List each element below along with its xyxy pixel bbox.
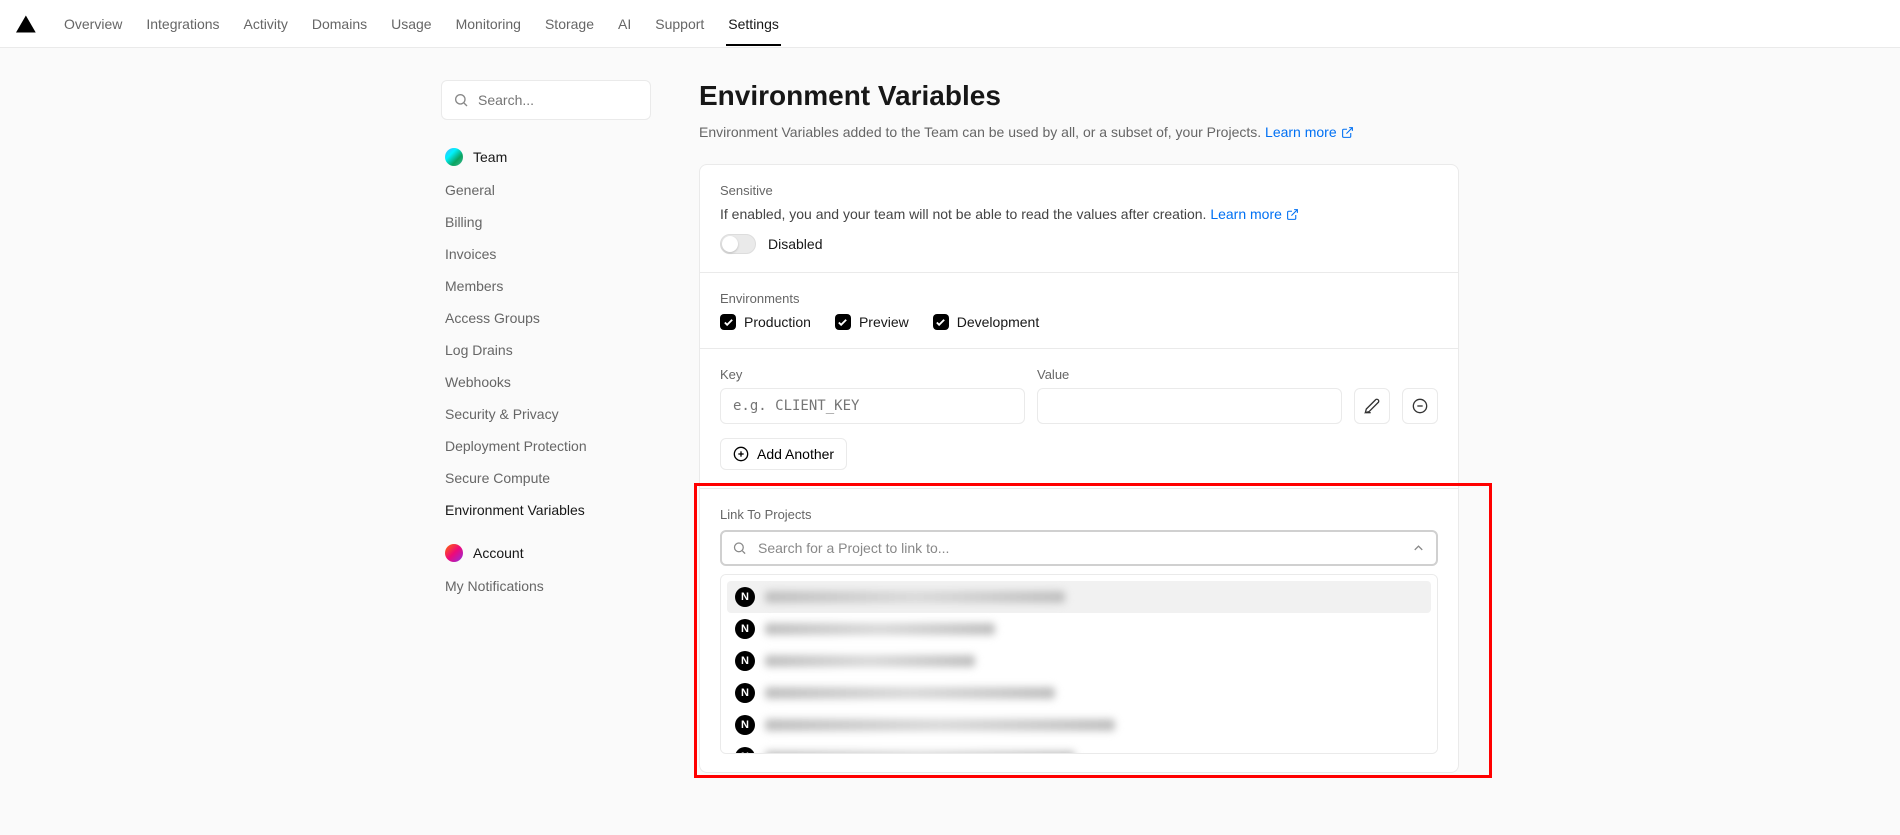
page-title: Environment Variables — [699, 80, 1459, 112]
topnav-tab-monitoring[interactable]: Monitoring — [444, 2, 533, 46]
environments-label: Environments — [720, 291, 1438, 306]
checkmark-icon — [933, 314, 949, 330]
project-option[interactable]: N — [727, 581, 1431, 613]
checkmark-icon — [720, 314, 736, 330]
project-option[interactable]: N — [727, 709, 1431, 741]
sensitive-toggle[interactable] — [720, 234, 756, 254]
sensitive-text: If enabled, you and your team will not b… — [720, 206, 1438, 222]
main-content: Environment Variables Environment Variab… — [699, 80, 1459, 773]
chevron-up-icon[interactable] — [1411, 541, 1426, 556]
project-icon: N — [735, 683, 755, 703]
topnav-tab-support[interactable]: Support — [643, 2, 716, 46]
topnav-tab-usage[interactable]: Usage — [379, 2, 443, 46]
sidebar-item-invoices[interactable]: Invoices — [441, 238, 651, 270]
project-icon: N — [735, 587, 755, 607]
sidebar-account-header[interactable]: Account — [441, 536, 651, 570]
topnav-tab-settings[interactable]: Settings — [716, 2, 791, 46]
sidebar-item-webhooks[interactable]: Webhooks — [441, 366, 651, 398]
project-name-redacted — [765, 591, 1065, 603]
project-option[interactable]: N — [727, 677, 1431, 709]
sidebar-search — [441, 80, 651, 120]
topnav-tab-overview[interactable]: Overview — [52, 2, 134, 46]
pencil-icon — [1364, 398, 1380, 414]
sidebar-team-label: Team — [473, 149, 507, 165]
project-option[interactable]: N — [727, 645, 1431, 677]
sensitive-learn-more-link[interactable]: Learn more — [1210, 206, 1299, 222]
search-icon — [732, 541, 747, 556]
project-name-redacted — [765, 623, 995, 635]
env-checkbox-preview[interactable]: Preview — [835, 314, 909, 330]
sidebar-item-deployment-protection[interactable]: Deployment Protection — [441, 430, 651, 462]
sidebar-item-my-notifications[interactable]: My Notifications — [441, 570, 651, 602]
topnav-tab-activity[interactable]: Activity — [232, 2, 300, 46]
project-name-redacted — [765, 719, 1115, 731]
project-icon: N — [735, 651, 755, 671]
project-option[interactable]: N — [727, 741, 1431, 754]
learn-more-link[interactable]: Learn more — [1265, 124, 1354, 140]
sensitive-toggle-state: Disabled — [768, 236, 822, 252]
sidebar-item-environment-variables[interactable]: Environment Variables — [441, 494, 651, 526]
value-label: Value — [1037, 367, 1342, 382]
sidebar-team-header[interactable]: Team — [441, 140, 651, 174]
value-input[interactable] — [1037, 388, 1342, 424]
link-to-projects-section: Link To Projects NNNNNN — [700, 489, 1458, 772]
project-option[interactable]: N — [727, 613, 1431, 645]
sensitive-section: Sensitive If enabled, you and your team … — [700, 165, 1458, 273]
project-icon: N — [735, 747, 755, 754]
checkmark-icon — [835, 314, 851, 330]
account-avatar-icon — [445, 544, 463, 562]
project-dropdown[interactable]: NNNNNN — [720, 574, 1438, 754]
sidebar-item-log-drains[interactable]: Log Drains — [441, 334, 651, 366]
project-name-redacted — [765, 655, 975, 667]
plus-circle-icon — [733, 446, 749, 462]
external-link-icon — [1341, 126, 1354, 139]
external-link-icon — [1286, 208, 1299, 221]
search-icon — [453, 92, 469, 108]
settings-sidebar: Team GeneralBillingInvoicesMembersAccess… — [441, 80, 651, 773]
sidebar-item-access-groups[interactable]: Access Groups — [441, 302, 651, 334]
link-to-projects-label: Link To Projects — [720, 507, 1438, 522]
topnav-tab-integrations[interactable]: Integrations — [134, 2, 231, 46]
project-name-redacted — [765, 687, 1055, 699]
project-icon: N — [735, 619, 755, 639]
topnav-tabs: OverviewIntegrationsActivityDomainsUsage… — [52, 2, 791, 46]
project-name-redacted — [765, 751, 1075, 754]
env-var-card: Sensitive If enabled, you and your team … — [699, 164, 1459, 773]
topnav-tab-ai[interactable]: AI — [606, 2, 643, 46]
keyvalue-section: Key Value Add Anothe — [700, 349, 1458, 489]
env-checkbox-production[interactable]: Production — [720, 314, 811, 330]
key-label: Key — [720, 367, 1025, 382]
remove-button[interactable] — [1402, 388, 1438, 424]
vercel-logo — [16, 14, 36, 34]
top-nav: OverviewIntegrationsActivityDomainsUsage… — [0, 0, 1900, 48]
project-search-input[interactable] — [720, 530, 1438, 566]
sidebar-search-input[interactable] — [441, 80, 651, 120]
sidebar-item-members[interactable]: Members — [441, 270, 651, 302]
sidebar-account-label: Account — [473, 545, 524, 561]
project-icon: N — [735, 715, 755, 735]
key-input[interactable] — [720, 388, 1025, 424]
add-another-button[interactable]: Add Another — [720, 438, 847, 470]
sidebar-item-security-privacy[interactable]: Security & Privacy — [441, 398, 651, 430]
topnav-tab-storage[interactable]: Storage — [533, 2, 606, 46]
topnav-tab-domains[interactable]: Domains — [300, 2, 379, 46]
team-avatar-icon — [445, 148, 463, 166]
sidebar-item-billing[interactable]: Billing — [441, 206, 651, 238]
minus-circle-icon — [1412, 398, 1428, 414]
page-description: Environment Variables added to the Team … — [699, 124, 1459, 140]
edit-button[interactable] — [1354, 388, 1390, 424]
environments-section: Environments Production Preview Developmen… — [700, 273, 1458, 349]
sidebar-item-secure-compute[interactable]: Secure Compute — [441, 462, 651, 494]
sensitive-label: Sensitive — [720, 183, 1438, 198]
sidebar-item-general[interactable]: General — [441, 174, 651, 206]
env-checkbox-development[interactable]: Development — [933, 314, 1040, 330]
